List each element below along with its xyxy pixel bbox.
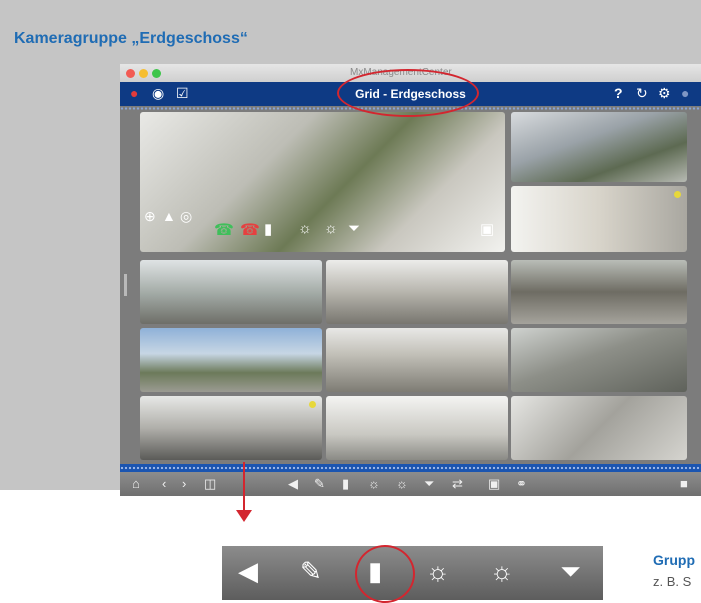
section-heading: Kameragruppe „Erdgeschoss“ [14, 30, 248, 47]
light-dim-icon[interactable]: ☼ [324, 220, 338, 237]
switch-icon[interactable]: ⇄ [452, 476, 463, 492]
toolbar-separator [120, 464, 701, 472]
layout-icon[interactable]: ◫ [204, 476, 216, 492]
light-on-icon[interactable]: ☼ [298, 220, 312, 237]
link-icon[interactable]: ⚭ [516, 476, 527, 492]
maximize-window-button[interactable] [152, 69, 161, 78]
side-text: z. B. S [653, 574, 692, 589]
lamp-icon: ● [681, 85, 690, 101]
camera-tile-11[interactable] [326, 396, 508, 460]
camera-tile-5[interactable] [326, 260, 508, 324]
camera-tile-6[interactable] [511, 260, 687, 324]
status-indicator [674, 191, 681, 198]
prev-icon[interactable]: ‹ [162, 476, 166, 491]
help-icon[interactable]: ? [614, 85, 623, 101]
bottom-toolbar: ⌂ ‹ › ◫ ◀ ✎ ▮ ☼ ☼ ⏷ ⇄ ▣ ⚭ ■ [120, 472, 701, 496]
thermometer-icon[interactable]: ⏷ [424, 476, 434, 492]
phone-accept-icon[interactable]: ☎ [214, 220, 234, 240]
snapshot-icon[interactable]: ▣ [488, 476, 500, 492]
refresh-icon[interactable]: ↻ [636, 85, 648, 102]
close-window-button[interactable] [126, 69, 135, 78]
thermometer-icon[interactable]: ⏷ [348, 220, 360, 237]
record-icon[interactable]: ◎ [180, 208, 192, 225]
camera-tile-4[interactable] [140, 260, 322, 324]
door-highlight [355, 545, 415, 603]
camera-tile-7[interactable] [140, 328, 322, 392]
side-title: Grupp [653, 552, 695, 568]
light-on-icon[interactable]: ☼ [426, 556, 450, 587]
status-indicator [309, 401, 316, 408]
camera-tile-main[interactable]: ⊕ ▲ ◎ ☎ ☎ ▮ ☼ ☼ ⏷ ▣ [140, 112, 505, 252]
side-handle[interactable] [124, 274, 127, 296]
camera-tile-8[interactable] [326, 328, 508, 392]
phone-hangup-icon[interactable]: ☎ [240, 220, 260, 240]
arrow-head [236, 510, 252, 522]
speaker-icon[interactable]: ◀ [288, 476, 298, 492]
arrow-line [243, 462, 245, 512]
camera-tile-3[interactable] [511, 186, 687, 252]
zoom-in-icon[interactable]: ⊕ [144, 208, 156, 225]
camera-tile-9[interactable] [511, 328, 687, 392]
app-window: MxManagementCenter ● ◉ ☑ Grid - Erdgesch… [120, 64, 701, 496]
light-on-icon[interactable]: ☼ [368, 476, 380, 491]
ptz-icon[interactable]: ▲ [162, 208, 176, 224]
door-icon[interactable]: ▮ [342, 476, 349, 492]
camera-tile-12[interactable] [511, 396, 687, 460]
title-highlight [337, 69, 479, 117]
camera-tile-10[interactable] [140, 396, 322, 460]
light-off-icon[interactable]: ☼ [396, 476, 408, 491]
next-icon[interactable]: › [182, 476, 186, 491]
microphone-icon[interactable]: ✎ [314, 476, 325, 492]
minimize-window-button[interactable] [139, 69, 148, 78]
home-icon[interactable]: ⌂ [132, 476, 140, 491]
door-icon[interactable]: ▮ [264, 220, 272, 238]
microphone-icon[interactable]: ✎ [300, 556, 322, 587]
speaker-icon[interactable]: ◀ [238, 556, 258, 587]
fullscreen-icon[interactable]: ▣ [480, 220, 494, 238]
camera-tile-2[interactable] [511, 112, 687, 182]
settings-icon[interactable]: ⚙ [658, 85, 671, 102]
lock-icon[interactable]: ■ [680, 476, 688, 491]
light-off-icon[interactable]: ☼ [490, 556, 514, 587]
thermometer-icon[interactable]: ⏷ [560, 556, 581, 588]
